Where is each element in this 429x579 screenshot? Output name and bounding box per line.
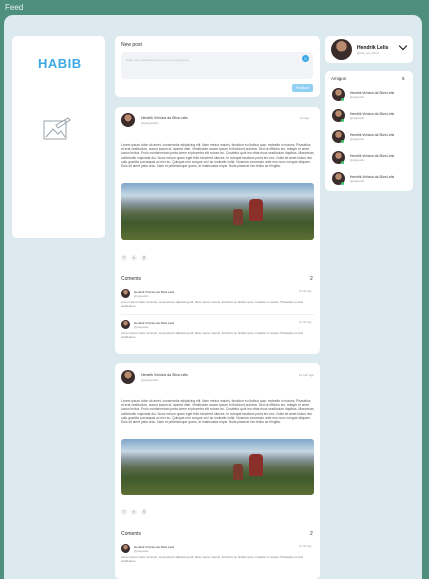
friend-handle: @piaguelelis [350,180,365,183]
post-handle: @piaguelelis [141,378,159,382]
friend-name[interactable]: Hendrik Vinícius da Silva Lelis [350,91,394,95]
comment-text: Lorem ipsum dolor sit amet, consectetur … [121,555,303,563]
online-indicator [341,98,344,101]
app-logo[interactable]: HABIB [38,56,82,71]
comment-text: Lorem ipsum dolor sit amet, consectetur … [121,331,303,339]
avatar[interactable] [121,370,135,384]
friend-handle: @piaguelelis [350,138,365,141]
comment-avatar[interactable] [121,544,130,553]
comment-handle: @piaguelelis [134,550,149,553]
comment-handle: @piaguelelis [134,326,149,329]
post-time: 1d 12h ago [299,373,315,377]
post-time: 1d ago [300,116,310,120]
comment-author[interactable]: Hendrik Vinícius da Silva Lelis [134,321,174,325]
comment-text: Lorem ipsum dolor sit amet, consectetur … [121,300,303,308]
post-photo[interactable] [121,439,314,495]
comments-count: 2 [310,276,313,282]
comment-icon[interactable]: ▪ [131,255,137,261]
comment-author[interactable]: Hendrik Vinícius da Silva Lelis [134,290,174,294]
post-handle: @piaguelelis [141,121,159,125]
comment-time: 1d 12h ago [299,321,312,324]
new-post-input[interactable] [121,52,313,79]
avatar[interactable] [331,39,352,60]
comments-title: Coments [121,276,142,282]
online-indicator [341,119,344,122]
share-icon[interactable]: ⇪ [141,255,147,261]
divider [121,314,314,315]
profile-handle: @elis_ivo_hand [357,51,379,55]
comment-handle: @piaguelelis [134,295,149,298]
share-icon[interactable]: ⇪ [141,509,147,515]
heart-icon[interactable]: ♡ [121,255,127,261]
online-indicator [341,140,344,143]
window-title: Feed [5,3,24,12]
new-post-title: New post [121,42,142,48]
friend-name[interactable]: Hendrik Vinícius da Silva Lelis [350,175,394,179]
post-author[interactable]: Hendrik Vinícius da Silva Lelis [141,116,188,120]
online-indicator [341,161,344,164]
friends-count: 5 [402,76,405,81]
friend-handle: @piaguelelis [350,117,365,120]
online-indicator [341,182,344,185]
post-body: Lorem ipsum dolor sit amet, consectetur … [121,143,314,169]
post-author[interactable]: Hendrik Vinícius da Silva Lelis [141,373,188,377]
post-body: Lorem ipsum dolor sit amet, consectetur … [121,399,314,425]
publish-button[interactable]: Publicar [292,84,313,92]
friends-title: Amigos [331,76,347,81]
image-placeholder-icon [43,117,71,140]
friend-handle: @piaguelelis [350,159,365,162]
friend-name[interactable]: Hendrik Vinícius da Silva Lelis [350,112,394,116]
comment-author[interactable]: Hendrik Vinícius da Silva Lelis [134,545,174,549]
comment-time: 1d 12h ago [299,545,312,548]
avatar[interactable] [121,113,135,127]
comment-avatar[interactable] [121,289,130,298]
friend-handle: @piaguelelis [350,96,365,99]
comment-icon[interactable]: ▪ [131,509,137,515]
app-frame: HABIB New post Digite sua publicação aqu… [4,15,422,579]
comments-count: 2 [310,531,313,537]
comment-avatar[interactable] [121,320,130,329]
heart-icon[interactable]: ♡ [121,509,127,515]
new-post-placeholder: Digite sua publicação aqui e ao seu segu… [126,58,189,62]
comment-time: 1d 12h ago [299,290,312,293]
comments-title: Coments [121,531,142,537]
friend-name[interactable]: Hendrik Vinícius da Silva Lelis [350,133,394,137]
smiley-icon[interactable]: ☺ [302,55,309,62]
post-photo[interactable] [121,183,314,240]
friend-name[interactable]: Hendrik Vinícius da Silva Lelis [350,154,394,158]
